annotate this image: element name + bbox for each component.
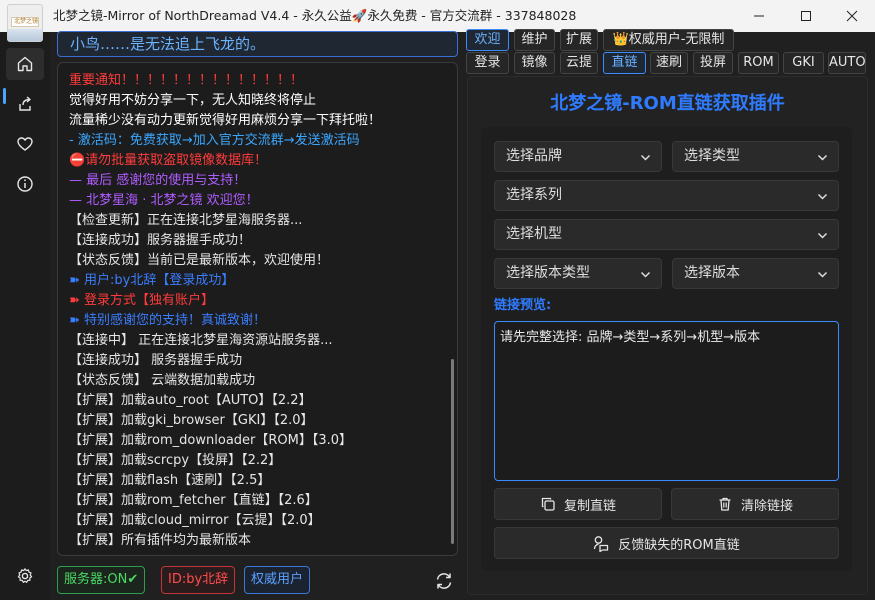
clear-link-button[interactable]: 清除链接 — [671, 488, 839, 520]
log-lines: 重要通知！！！！！！！！！！！！！！ 觉得好用不妨分享一下，无人知晓终将停止流量稀… — [69, 71, 449, 551]
sidebar-item-settings[interactable] — [6, 560, 44, 592]
log-line: ➽ 登录方式【独有账户】 — [69, 293, 215, 308]
type-select-label: 选择类型 — [684, 148, 740, 164]
log-line: 【扩展】加载auto_root【AUTO】【2.2】 — [69, 393, 312, 408]
tab-extensions[interactable]: 扩展 — [560, 29, 598, 51]
tab-direct-link[interactable]: 直链 — [603, 52, 646, 74]
log-line: — 北梦星海 · 北梦之镜 欢迎您！ — [69, 193, 259, 208]
maximize-icon — [801, 11, 811, 21]
log-line: ➽ 用户:by北辞【登录成功】 — [69, 273, 235, 288]
log-line: 【状态反馈】当前已是最新版本，欢迎使用！ — [69, 253, 330, 268]
sidebar-item-share[interactable] — [6, 88, 44, 120]
title-bar: 北梦之镜-Mirror of NorthDreamad V4.4 - 永久公益🚀… — [0, 0, 875, 32]
brand-select[interactable]: 选择品牌 — [494, 141, 662, 172]
copy-icon — [541, 497, 555, 511]
tab-gki[interactable]: GKI — [783, 52, 824, 74]
tab-auto[interactable]: AUTO — [828, 52, 866, 74]
log-line: 【检查更新】正在连接北梦星海服务器... — [69, 213, 303, 228]
app-logo: 北梦之镜 — [7, 4, 43, 42]
tab-premium-user[interactable]: 👑权威用户-无限制 — [603, 29, 734, 51]
log-line: 【连接成功】 服务器握手成功 — [69, 353, 243, 368]
tab-maintenance[interactable]: 维护 — [514, 29, 555, 51]
log-line: 觉得好用不妨分享一下，无人知晓终将停止 — [69, 93, 317, 108]
tab-welcome[interactable]: 欢迎 — [466, 29, 509, 51]
notice-bar: 小鸟……是无法追上飞龙的。 — [57, 31, 458, 57]
minimize-icon — [754, 15, 764, 17]
minimize-button[interactable] — [736, 0, 782, 32]
sidebar — [0, 32, 50, 600]
model-select[interactable]: 选择机型 — [494, 219, 839, 250]
feedback-missing-rom-button[interactable]: 反馈缺失的ROM直链 — [494, 527, 839, 559]
refresh-icon — [436, 573, 452, 589]
info-icon — [17, 176, 33, 192]
log-line: 【扩展】所有插件均为最新版本 — [69, 533, 252, 548]
tab-screen-cast[interactable]: 投屏 — [693, 52, 733, 74]
chevron-down-icon — [817, 232, 828, 239]
tab-cloud-fetch[interactable]: 云提 — [560, 52, 598, 74]
close-button[interactable] — [829, 0, 875, 32]
type-select[interactable]: 选择类型 — [672, 141, 839, 172]
log-line: 【扩展】加载rom_downloader【ROM】【3.0】 — [69, 433, 353, 448]
logo-text: 北梦之镜 — [13, 18, 38, 25]
version-type-select[interactable]: 选择版本类型 — [494, 258, 662, 289]
heart-icon — [17, 137, 33, 151]
copy-link-button[interactable]: 复制直链 — [494, 488, 662, 520]
log-line: 流量稀少没有动力更新觉得好用麻烦分享一下拜托啦！ — [69, 113, 382, 128]
sidebar-item-favorites[interactable] — [6, 128, 44, 160]
chevron-down-icon — [817, 193, 828, 200]
tab-rom[interactable]: ROM — [738, 52, 779, 74]
chevron-down-icon — [640, 154, 651, 161]
brand-select-label: 选择品牌 — [506, 148, 562, 164]
window-title: 北梦之镜-Mirror of NorthDreamad V4.4 - 永久公益🚀… — [53, 8, 577, 23]
log-line: 重要通知！！！！！！！！！！！！！！ — [69, 73, 304, 88]
log-line: 【扩展】加载gki_browser【GKI】【2.0】 — [69, 413, 314, 428]
version-select-label: 选择版本 — [684, 265, 740, 281]
link-preview-box[interactable]: 请先完整选择: 品牌→类型→系列→机型→版本 — [494, 321, 839, 481]
refresh-button[interactable] — [430, 567, 458, 595]
log-line: 【连接中】 正在连接北梦星海资源站服务器... — [69, 333, 333, 348]
series-select-label: 选择系列 — [506, 187, 562, 203]
chevron-down-icon — [817, 154, 828, 161]
log-line: 【扩展】加载rom_fetcher【直链】【2.6】 — [69, 493, 318, 508]
log-line: 【状态反馈】 云端数据加载成功 — [69, 373, 256, 388]
trash-icon — [719, 497, 731, 511]
share-icon — [19, 96, 31, 111]
log-line: ⛔请勿批量获取盗取镜像数据库！ — [69, 153, 268, 168]
link-preview-label: 链接预览: — [494, 298, 552, 313]
log-line: - 激活码：免费获取→加入官方交流群→发送激活码 — [69, 133, 360, 148]
sidebar-item-about[interactable] — [6, 168, 44, 200]
close-icon — [846, 10, 858, 22]
log-line: — 最后 感谢您的使用与支持！ — [69, 173, 247, 188]
gear-icon — [17, 568, 33, 583]
logo-shade — [8, 29, 42, 41]
feedback-label: 反馈缺失的ROM直链 — [618, 537, 740, 553]
tab-quick-flash[interactable]: 速刷 — [650, 52, 688, 74]
sidebar-item-home[interactable] — [6, 48, 44, 80]
model-select-label: 选择机型 — [506, 226, 562, 242]
server-status-badge: 服务器:ON✔ — [57, 566, 146, 594]
log-scrollbar[interactable] — [451, 359, 454, 544]
copy-link-label: 复制直链 — [563, 498, 616, 514]
version-select[interactable]: 选择版本 — [672, 258, 839, 289]
series-select[interactable]: 选择系列 — [494, 180, 839, 211]
log-line: 【连接成功】服务器握手成功！ — [69, 233, 252, 248]
log-line: ➽ 特别感谢您的支持！真诚致谢！ — [69, 313, 267, 328]
maximize-button[interactable] — [783, 0, 829, 32]
chevron-down-icon — [640, 271, 651, 278]
plugin-title: 北梦之镜-ROM直链获取插件 — [550, 93, 785, 114]
user-role-badge: 权威用户 — [244, 566, 311, 594]
log-line: 【扩展】加载flash【速刷】【2.5】 — [69, 473, 271, 488]
chevron-down-icon — [817, 271, 828, 278]
tab-login[interactable]: 登录 — [466, 52, 509, 74]
version-type-select-label: 选择版本类型 — [506, 265, 590, 281]
log-panel[interactable]: 重要通知！！！！！！！！！！！！！！ 觉得好用不妨分享一下，无人知晓终将停止流量稀… — [57, 62, 458, 556]
log-line: 【扩展】加载scrcpy【投屏】【2.2】 — [69, 453, 282, 468]
tab-mirror[interactable]: 镜像 — [514, 52, 555, 74]
home-icon — [17, 56, 33, 72]
clear-link-label: 清除链接 — [740, 498, 793, 514]
log-line: 【扩展】加载cloud_mirror【云提】【2.0】 — [69, 513, 321, 528]
feedback-icon — [594, 535, 609, 552]
user-id-badge: ID:by北辞 — [161, 566, 236, 594]
